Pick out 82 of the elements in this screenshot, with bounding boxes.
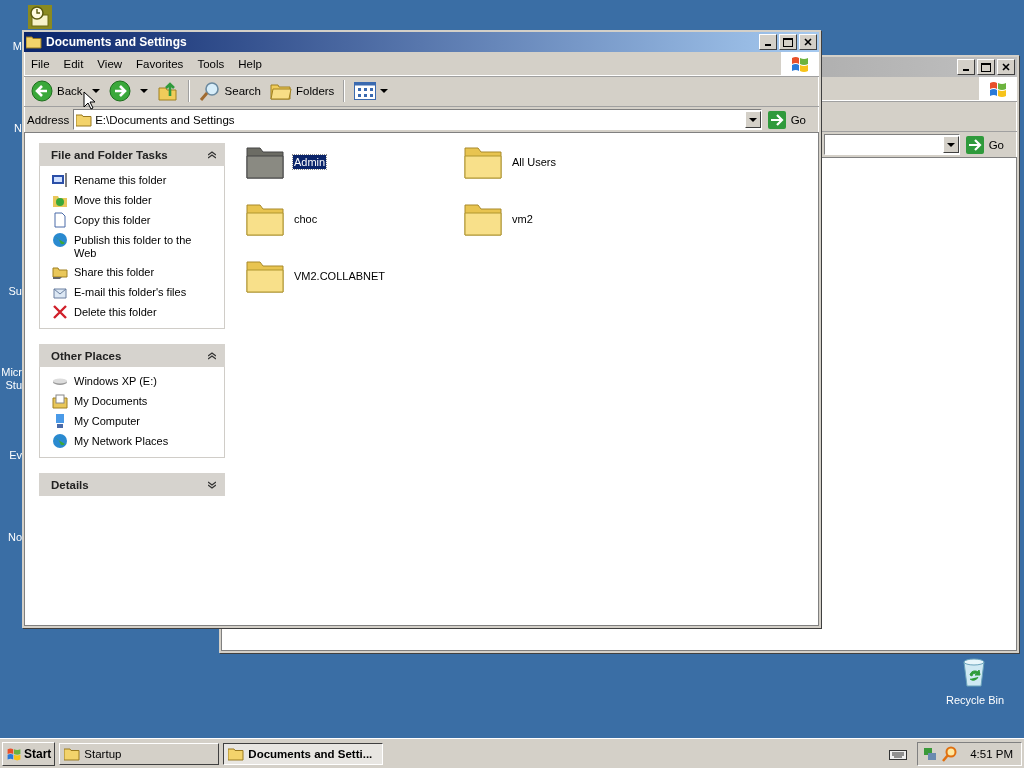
search-button[interactable]: Search	[195, 78, 264, 104]
folder-name[interactable]: All Users	[511, 155, 557, 169]
collapse-icon[interactable]	[208, 150, 216, 159]
magnifier-icon[interactable]	[941, 745, 958, 762]
menu-item[interactable]: File	[24, 57, 57, 70]
folder-icon	[228, 746, 245, 761]
maximize-button[interactable]	[779, 34, 797, 50]
monitor-icon[interactable]	[52, 172, 68, 188]
desktop-icon-label[interactable]: Ev	[9, 449, 22, 461]
close-icon	[803, 37, 813, 47]
go-button[interactable]: Go	[765, 110, 816, 129]
task-pane-header[interactable]: Other Places	[39, 344, 225, 367]
menu-item[interactable]: Edit	[56, 57, 91, 70]
task-pane-header[interactable]: File and Folder Tasks	[39, 143, 225, 166]
back-button[interactable]: Back	[28, 78, 86, 104]
caret-icon	[139, 89, 148, 93]
task-link[interactable]: Windows XP (E:)	[74, 373, 157, 388]
task-link[interactable]: My Computer	[74, 413, 141, 428]
folders-button[interactable]: Folders	[267, 78, 338, 104]
caret-icon	[946, 142, 955, 147]
views-icon	[354, 82, 377, 100]
search-icon	[198, 80, 221, 102]
address-label: Address	[27, 113, 70, 126]
folder-icon	[76, 112, 93, 127]
task-link[interactable]: Publish this folder to the Web	[74, 232, 216, 260]
globe-icon[interactable]	[52, 232, 68, 248]
task-link[interactable]: Copy this folder	[74, 212, 151, 227]
document-icon[interactable]	[52, 212, 68, 228]
menu-item[interactable]: View	[90, 57, 130, 70]
start-button[interactable]: Start	[2, 741, 56, 766]
clock: 4:51 PM	[970, 747, 1013, 760]
task-link[interactable]: My Documents	[74, 393, 148, 408]
windows-logo-icon	[6, 745, 22, 762]
folder-name[interactable]: vm2	[511, 212, 534, 226]
task-link[interactable]: Rename this folder	[74, 172, 167, 187]
folder-icon[interactable]	[52, 264, 68, 280]
task-link[interactable]: My Network Places	[74, 433, 169, 448]
cursor-icon	[83, 91, 95, 110]
folder-name[interactable]: choc	[293, 212, 319, 226]
address-field[interactable]: E:\Documents and Settings	[73, 109, 762, 130]
desktop-icon-label[interactable]: No	[7, 531, 22, 543]
folder-icon[interactable]	[245, 144, 285, 180]
keyboard-icon[interactable]	[889, 747, 908, 760]
expand-icon[interactable]	[208, 480, 216, 489]
caret-icon	[380, 89, 389, 93]
window-title: Documents and Settings	[46, 35, 187, 49]
minimize-button[interactable]	[759, 34, 777, 50]
recycle-bin-label[interactable]: Recycle Bin	[946, 694, 1005, 706]
desktop-icon-label[interactable]: N	[14, 122, 22, 134]
task-link[interactable]: Share this folder	[74, 264, 155, 279]
collapse-icon[interactable]	[208, 351, 216, 360]
desktop-icon-label[interactable]: Stu	[5, 379, 22, 391]
menu-item[interactable]: Tools	[190, 57, 232, 70]
scheduled-tasks-icon[interactable]	[27, 4, 53, 30]
dropdown-button[interactable]	[942, 136, 959, 153]
task-link[interactable]: E-mail this folder's files	[74, 284, 187, 299]
folder-name[interactable]: VM2.COLLABNET	[293, 269, 387, 283]
folder-icon	[26, 35, 42, 49]
desktop-icon-label[interactable]: M	[12, 40, 22, 52]
task-link[interactable]: Move this folder	[74, 192, 152, 207]
close-button[interactable]	[799, 34, 817, 50]
address-field[interactable]	[824, 134, 960, 155]
menu-item[interactable]: Favorites	[129, 57, 191, 70]
go-button[interactable]: Go	[963, 135, 1014, 154]
desktop-icon-label[interactable]: Micr	[1, 366, 22, 378]
close-icon	[1001, 62, 1011, 72]
dropdown-button[interactable]	[744, 111, 761, 128]
arrow-icon	[965, 135, 984, 154]
menu-item[interactable]: Help	[231, 57, 269, 70]
globe-icon[interactable]	[52, 433, 68, 449]
task-link[interactable]: Delete this folder	[74, 304, 157, 319]
taskbar-button[interactable]: Startup	[59, 742, 220, 765]
taskbar-button[interactable]: Documents and Setti...	[223, 742, 384, 765]
task-pane-header[interactable]: Details	[39, 473, 225, 496]
folder-icon	[64, 746, 81, 761]
arrow-icon	[767, 110, 786, 129]
caret-icon	[91, 89, 100, 93]
caret-icon	[748, 117, 757, 122]
cross-icon[interactable]	[52, 304, 68, 320]
folder-up-icon	[156, 80, 179, 102]
folder-name[interactable]: Admin	[293, 155, 327, 169]
desktop-icon-label[interactable]: Su	[8, 285, 22, 297]
